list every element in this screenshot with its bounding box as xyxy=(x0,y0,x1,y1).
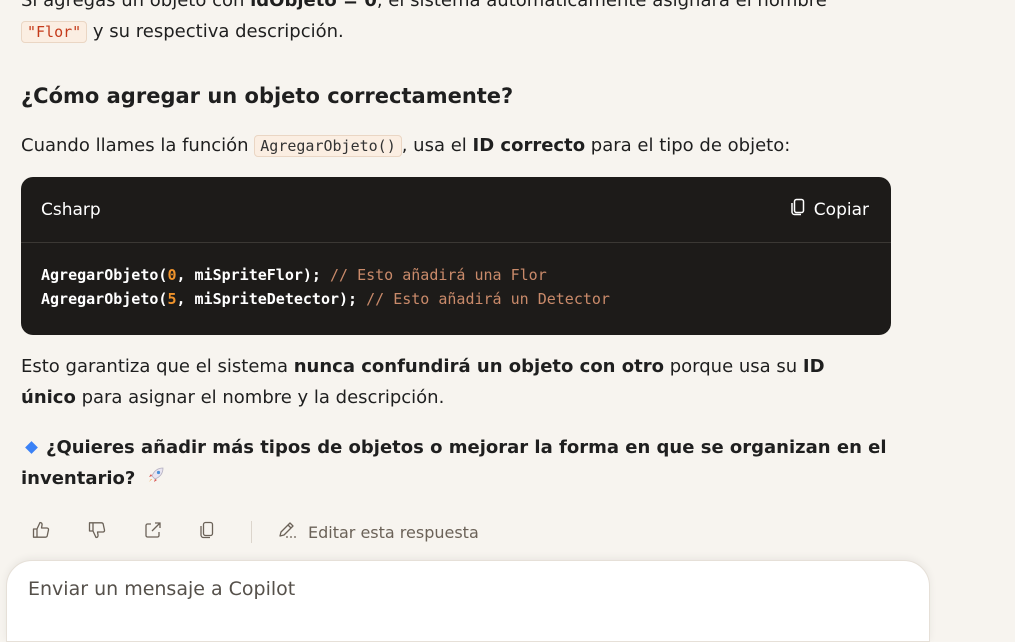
section-heading: ¿Cómo agregar un objeto correctamente? xyxy=(21,84,514,108)
copy-response-button[interactable] xyxy=(189,515,245,549)
code-content: AgregarObjeto(0, miSpriteFlor); // Esto … xyxy=(21,243,891,311)
response-actions: Editar esta respuesta xyxy=(21,515,479,549)
copy-label: Copiar xyxy=(813,199,869,220)
thumbs-up-button[interactable] xyxy=(21,515,77,549)
share-icon xyxy=(143,520,163,544)
paragraph-guarantee: Esto garantiza que el sistema nunca conf… xyxy=(21,356,825,408)
code-line: AgregarObjeto(0, miSpriteFlor); // Esto … xyxy=(41,266,547,284)
divider xyxy=(251,521,252,543)
code-language-label: Csharp xyxy=(41,199,101,220)
edit-response-button[interactable]: Editar esta respuesta xyxy=(276,520,479,544)
paragraph-function-call: Cuando llames la función AgregarObjeto()… xyxy=(21,135,791,157)
code-block: Csharp Copiar AgregarObjeto(0, miSpriteF… xyxy=(21,177,891,335)
copy-code-button[interactable]: Copiar xyxy=(790,198,869,221)
copy-icon xyxy=(199,521,215,543)
pencil-icon xyxy=(276,520,298,544)
follow-up-question: ¿Quieres añadir más tipos de objetos o m… xyxy=(21,432,901,495)
thumbs-down-icon xyxy=(87,520,107,544)
thumbs-up-icon xyxy=(31,520,51,544)
paragraph-flor: Si agregas un objeto con idObjeto = 0, e… xyxy=(21,0,827,43)
share-button[interactable] xyxy=(133,515,189,549)
diamond-icon xyxy=(25,440,38,454)
message-composer[interactable]: Enviar un mensaje a Copilot xyxy=(6,560,930,642)
edit-label: Editar esta respuesta xyxy=(308,522,479,542)
thumbs-down-button[interactable] xyxy=(77,515,133,549)
code-block-header: Csharp Copiar xyxy=(21,177,891,243)
inline-code-function: AgregarObjeto() xyxy=(254,135,402,157)
code-line: AgregarObjeto(5, miSpriteDetector); // E… xyxy=(41,290,610,308)
copy-icon xyxy=(790,198,806,221)
composer-placeholder: Enviar un mensaje a Copilot xyxy=(28,578,296,600)
inline-code-flor: "Flor" xyxy=(21,21,88,43)
rocket-icon xyxy=(146,464,166,495)
